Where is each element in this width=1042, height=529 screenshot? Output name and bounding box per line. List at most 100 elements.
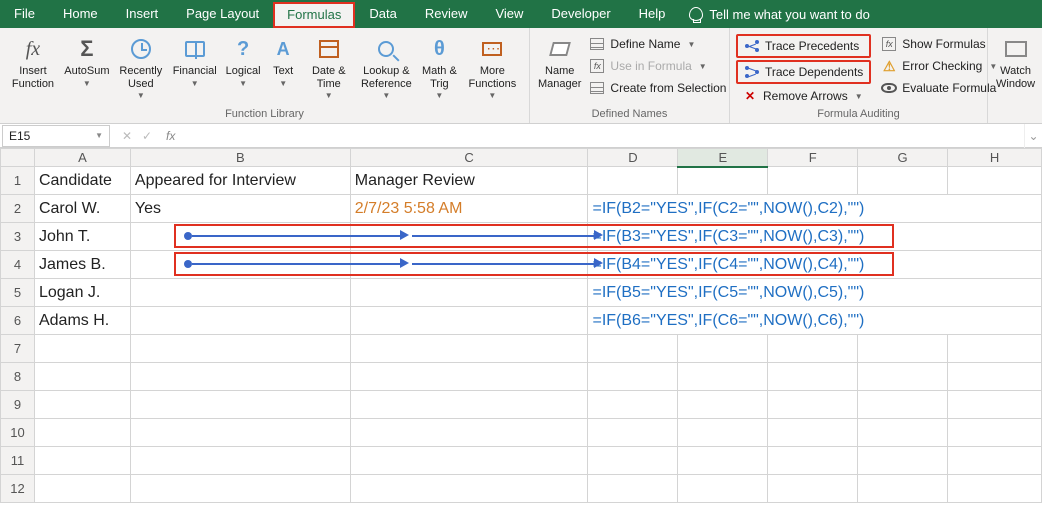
cell[interactable]: Logan J. [34, 279, 130, 307]
cell[interactable] [948, 391, 1042, 419]
cell[interactable] [768, 419, 858, 447]
cell[interactable] [858, 475, 948, 503]
row-header[interactable]: 12 [1, 475, 35, 503]
cell[interactable] [350, 475, 588, 503]
col-header-C[interactable]: C [350, 149, 588, 167]
cell[interactable] [34, 447, 130, 475]
row-header[interactable]: 11 [1, 447, 35, 475]
tab-view[interactable]: View [481, 0, 537, 28]
row-header[interactable]: 6 [1, 307, 35, 335]
cell[interactable] [858, 419, 948, 447]
autosum-button[interactable]: Σ AutoSum ▼ [60, 32, 114, 91]
col-header-G[interactable]: G [858, 149, 948, 167]
cancel-formula-button[interactable]: ✕ [118, 129, 136, 143]
recently-used-button[interactable]: Recently Used ▼ [114, 32, 168, 103]
cell[interactable]: =IF(B3="YES",IF(C3="",NOW(),C3),"") [588, 223, 1042, 251]
cell[interactable] [858, 447, 948, 475]
tell-me[interactable]: Tell me what you want to do [679, 7, 869, 22]
cell[interactable] [130, 447, 350, 475]
row-header[interactable]: 4 [1, 251, 35, 279]
cell[interactable] [130, 419, 350, 447]
cell[interactable] [768, 475, 858, 503]
trace-dependents-button[interactable]: Trace Dependents [736, 60, 871, 84]
cell[interactable]: John T. [34, 223, 130, 251]
row-header[interactable]: 3 [1, 223, 35, 251]
tab-help[interactable]: Help [625, 0, 680, 28]
cell[interactable] [588, 419, 678, 447]
cell[interactable] [130, 391, 350, 419]
cell[interactable] [948, 363, 1042, 391]
row-header[interactable]: 5 [1, 279, 35, 307]
cell[interactable] [678, 419, 768, 447]
cell[interactable] [948, 475, 1042, 503]
col-header-H[interactable]: H [948, 149, 1042, 167]
cell[interactable] [948, 335, 1042, 363]
col-header-D[interactable]: D [588, 149, 678, 167]
cell[interactable] [130, 223, 350, 251]
cell[interactable] [34, 335, 130, 363]
cell[interactable] [588, 335, 678, 363]
tab-home[interactable]: Home [49, 0, 112, 28]
row-header[interactable]: 2 [1, 195, 35, 223]
cell[interactable]: Candidate [34, 167, 130, 195]
cell[interactable] [768, 335, 858, 363]
col-header-B[interactable]: B [130, 149, 350, 167]
accept-formula-button[interactable]: ✓ [138, 129, 156, 143]
cell[interactable] [678, 363, 768, 391]
cell[interactable] [350, 251, 588, 279]
col-header-A[interactable]: A [34, 149, 130, 167]
cell[interactable]: 2/7/23 5:58 AM [350, 195, 588, 223]
cell[interactable] [350, 391, 588, 419]
cell[interactable]: =IF(B2="YES",IF(C2="",NOW(),C2),"") [588, 195, 1042, 223]
cell[interactable]: Manager Review [350, 167, 588, 195]
cell[interactable] [948, 419, 1042, 447]
tab-file[interactable]: File [0, 0, 49, 28]
show-formulas-button[interactable]: fx Show Formulas [875, 34, 1003, 54]
cell[interactable]: Appeared for Interview [130, 167, 350, 195]
row-header[interactable]: 1 [1, 167, 35, 195]
cell[interactable] [130, 251, 350, 279]
cell[interactable] [768, 391, 858, 419]
row-header[interactable]: 7 [1, 335, 35, 363]
cell[interactable] [858, 167, 948, 195]
cell[interactable] [130, 279, 350, 307]
cell[interactable] [34, 363, 130, 391]
tab-page-layout[interactable]: Page Layout [172, 0, 273, 28]
tab-formulas[interactable]: Formulas [273, 2, 355, 28]
cell[interactable] [350, 279, 588, 307]
create-from-selection-button[interactable]: Create from Selection [583, 78, 732, 98]
col-header-E[interactable]: E [678, 149, 768, 167]
cell[interactable] [130, 307, 350, 335]
remove-arrows-button[interactable]: ✕ Remove Arrows ▼ [736, 86, 871, 106]
tab-insert[interactable]: Insert [112, 0, 173, 28]
more-functions-button[interactable]: More Functions ▼ [462, 32, 523, 103]
cell[interactable] [350, 335, 588, 363]
select-all-corner[interactable] [1, 149, 35, 167]
cell[interactable] [948, 167, 1042, 195]
cell[interactable] [768, 167, 858, 195]
name-manager-button[interactable]: Name Manager [536, 32, 583, 93]
cell[interactable] [350, 447, 588, 475]
cell[interactable]: =IF(B4="YES",IF(C4="",NOW(),C4),"") [588, 251, 1042, 279]
cell[interactable] [588, 447, 678, 475]
tab-developer[interactable]: Developer [537, 0, 624, 28]
tab-data[interactable]: Data [355, 0, 410, 28]
row-header[interactable]: 10 [1, 419, 35, 447]
cell[interactable] [768, 363, 858, 391]
row-header[interactable]: 8 [1, 363, 35, 391]
text-button[interactable]: A Text ▼ [265, 32, 302, 91]
error-checking-button[interactable]: ⚠ Error Checking ▼ [875, 56, 1003, 76]
name-box[interactable]: E15 ▼ [2, 125, 110, 147]
fx-icon[interactable]: fx [162, 129, 179, 143]
date-time-button[interactable]: Date & Time ▼ [302, 32, 356, 103]
financial-button[interactable]: Financial ▼ [168, 32, 222, 91]
cell[interactable] [858, 391, 948, 419]
define-name-button[interactable]: Define Name ▼ [583, 34, 732, 54]
cell[interactable] [588, 475, 678, 503]
cell[interactable] [588, 391, 678, 419]
cell[interactable] [678, 447, 768, 475]
cell[interactable] [350, 223, 588, 251]
insert-function-button[interactable]: fx Insert Function [6, 32, 60, 93]
cell[interactable] [588, 167, 678, 195]
trace-precedents-button[interactable]: Trace Precedents [736, 34, 871, 58]
